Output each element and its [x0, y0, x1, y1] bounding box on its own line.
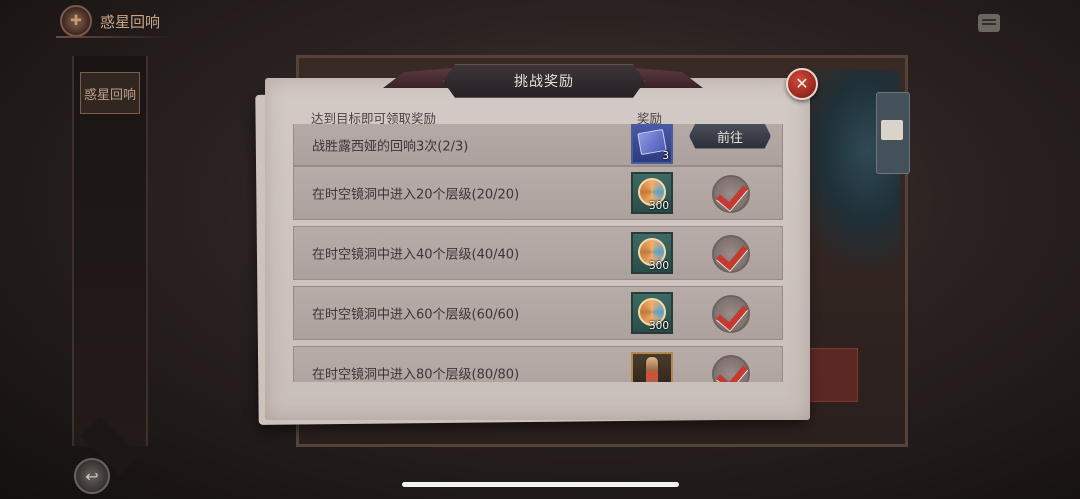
back-arrow-icon[interactable]: ↩: [74, 458, 110, 494]
screen-title: ✚ 惑星回响: [60, 5, 161, 37]
task-text: 在时空镜洞中进入60个层级(60/60): [312, 307, 520, 323]
go-button[interactable]: 前往: [689, 124, 771, 149]
claimed-check-icon: [712, 295, 750, 333]
challenge-reward-dialog: 达到目标即可领取奖励 奖励 战胜露西娅的回响3次(2/3) 3 前往 在时空镜洞…: [255, 64, 818, 425]
task-text: 在时空镜洞中进入40个层级(40/40): [312, 247, 520, 263]
reward-item[interactable]: [631, 352, 673, 382]
task-text: 战胜露西娅的回响3次(2/3): [312, 139, 469, 155]
reward-count: 3: [662, 150, 669, 162]
close-icon: ✕: [795, 74, 809, 93]
scene-red-button: [808, 348, 858, 402]
reward-count: 300: [648, 200, 669, 212]
reward-list[interactable]: 战胜露西娅的回响3次(2/3) 3 前往 在时空镜洞中进入20个层级(20/20…: [293, 124, 783, 382]
reward-item[interactable]: 300: [631, 292, 673, 334]
map-scroll-icon[interactable]: [881, 120, 903, 140]
reward-item[interactable]: 300: [631, 232, 673, 274]
side-tab-echo[interactable]: 惑星回响: [80, 72, 140, 114]
task-text: 在时空镜洞中进入80个层级(80/80): [312, 367, 520, 383]
reward-item[interactable]: 3: [631, 124, 673, 164]
list-item: 在时空镜洞中进入60个层级(60/60) 300: [293, 286, 783, 340]
list-item: 在时空镜洞中进入40个层级(40/40) 300: [293, 226, 783, 280]
claimed-check-icon: [712, 175, 750, 213]
dialog-paper: 达到目标即可领取奖励 奖励 战胜露西娅的回响3次(2/3) 3 前往 在时空镜洞…: [265, 78, 810, 420]
dialog-title: 挑战奖励: [514, 74, 574, 90]
emblem-icon: ✚: [60, 5, 92, 37]
home-indicator[interactable]: [402, 482, 679, 487]
list-item: 在时空镜洞中进入20个层级(20/20) 300: [293, 166, 783, 220]
list-item: 战胜露西娅的回响3次(2/3) 3 前往: [293, 124, 783, 166]
claimed-check-icon: [712, 235, 750, 273]
mail-icon[interactable]: [978, 14, 1000, 32]
list-item: 在时空镜洞中进入80个层级(80/80): [293, 346, 783, 382]
reward-count: 300: [648, 260, 669, 272]
title-underline: [56, 36, 176, 38]
claimed-check-icon: [712, 355, 750, 382]
scroll-icon: [645, 356, 659, 382]
reward-count: 300: [648, 320, 669, 332]
dialog-title-banner: 挑战奖励: [443, 64, 645, 98]
screen-title-text: 惑星回响: [100, 12, 161, 31]
close-button[interactable]: ✕: [786, 68, 818, 100]
task-text: 在时空镜洞中进入20个层级(20/20): [312, 187, 520, 203]
left-side-panel: [72, 56, 148, 446]
reward-item[interactable]: 300: [631, 172, 673, 214]
